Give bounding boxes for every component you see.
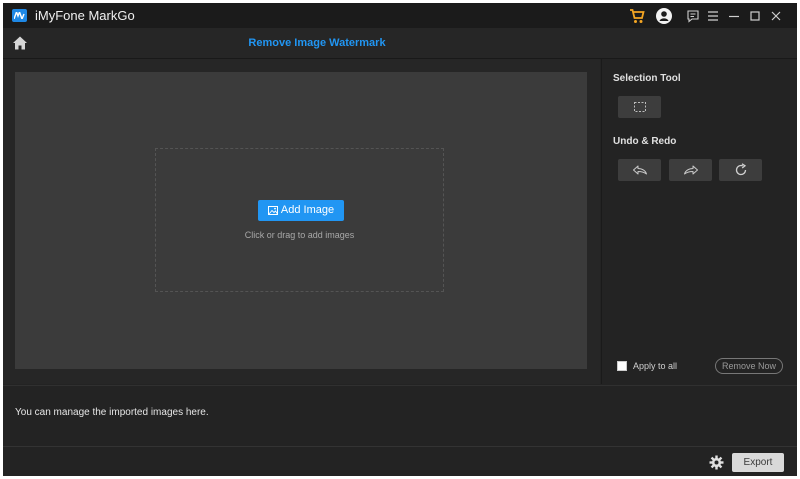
apply-to-all-label: Apply to all — [633, 361, 678, 371]
account-icon[interactable] — [655, 7, 673, 25]
undo-button[interactable] — [618, 159, 661, 181]
rectangle-select-icon — [633, 102, 646, 112]
drop-zone[interactable]: Add Image Click or drag to add images — [155, 148, 444, 292]
refresh-icon — [735, 163, 746, 176]
apply-to-all-checkbox[interactable] — [617, 361, 627, 371]
image-icon — [267, 202, 278, 223]
manage-hint: You can manage the imported images here. — [15, 407, 209, 418]
image-canvas[interactable]: Add Image Click or drag to add images — [15, 72, 587, 369]
footer-bar: Export — [3, 446, 797, 476]
undo-icon — [632, 165, 647, 175]
selection-tool-heading: Selection Tool — [613, 73, 681, 84]
add-image-button[interactable]: Add Image — [258, 200, 344, 221]
menu-icon[interactable] — [704, 7, 722, 25]
title-bar: iMyFone MarkGo — [3, 3, 797, 28]
tools-panel: Selection Tool Undo & Redo Apply to all … — [601, 59, 797, 384]
selection-tool-button[interactable] — [618, 96, 661, 118]
feedback-icon[interactable] — [684, 7, 702, 25]
export-button[interactable]: Export — [732, 453, 784, 472]
gear-icon[interactable] — [709, 455, 724, 470]
image-manager: You can manage the imported images here. — [3, 385, 797, 447]
page-header: Remove Image Watermark — [3, 28, 797, 59]
remove-now-button[interactable]: Remove Now — [715, 358, 783, 374]
close-icon[interactable] — [767, 7, 785, 25]
redo-icon — [683, 165, 698, 175]
canvas-area: Add Image Click or drag to add images — [3, 59, 600, 384]
minimize-icon[interactable] — [725, 7, 743, 25]
app-window: iMyFone MarkGo Remove Image Watermark Ad… — [3, 3, 797, 476]
drop-hint: Click or drag to add images — [244, 230, 355, 240]
page-title: Remove Image Watermark — [248, 37, 386, 49]
cart-icon[interactable] — [628, 7, 646, 25]
undo-redo-heading: Undo & Redo — [613, 136, 677, 147]
add-image-label: Add Image — [280, 204, 335, 216]
maximize-icon[interactable] — [746, 7, 764, 25]
reset-button[interactable] — [719, 159, 762, 181]
redo-button[interactable] — [669, 159, 712, 181]
app-title: iMyFone MarkGo — [35, 8, 135, 23]
markgo-logo-icon — [12, 9, 27, 22]
